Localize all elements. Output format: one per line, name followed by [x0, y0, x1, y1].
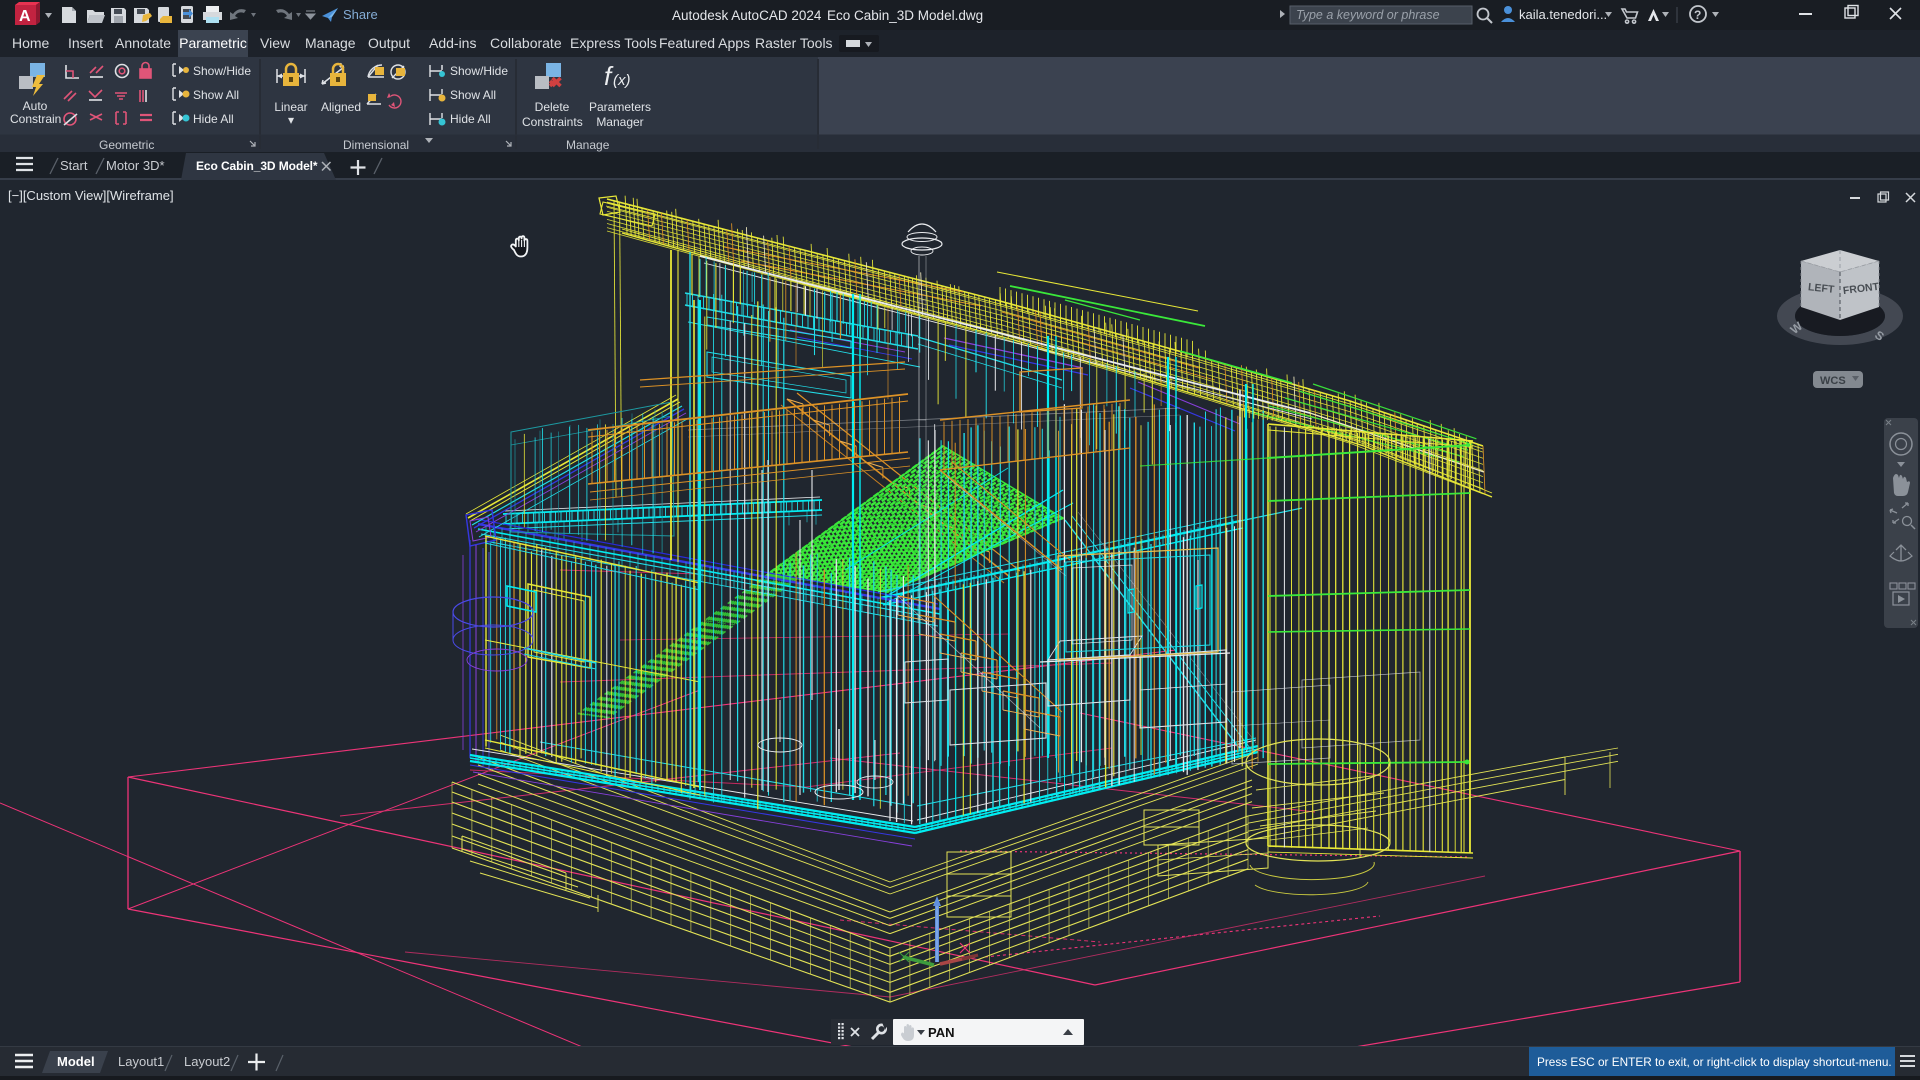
- svg-text:Autodesk AutoCAD 2024: Autodesk AutoCAD 2024: [672, 8, 822, 23]
- svg-text:Share: Share: [343, 7, 378, 22]
- svg-text:Eco Cabin_3D Model.dwg: Eco Cabin_3D Model.dwg: [827, 8, 983, 23]
- svg-text:(x): (x): [613, 72, 631, 89]
- svg-text:?: ?: [1694, 8, 1701, 22]
- svg-text:WCS: WCS: [1820, 375, 1846, 387]
- svg-text:A: A: [19, 8, 31, 25]
- svg-text:kaila.tenedori...: kaila.tenedori...: [1519, 7, 1607, 22]
- svg-text:Type a keyword or phrase: Type a keyword or phrase: [1296, 8, 1440, 22]
